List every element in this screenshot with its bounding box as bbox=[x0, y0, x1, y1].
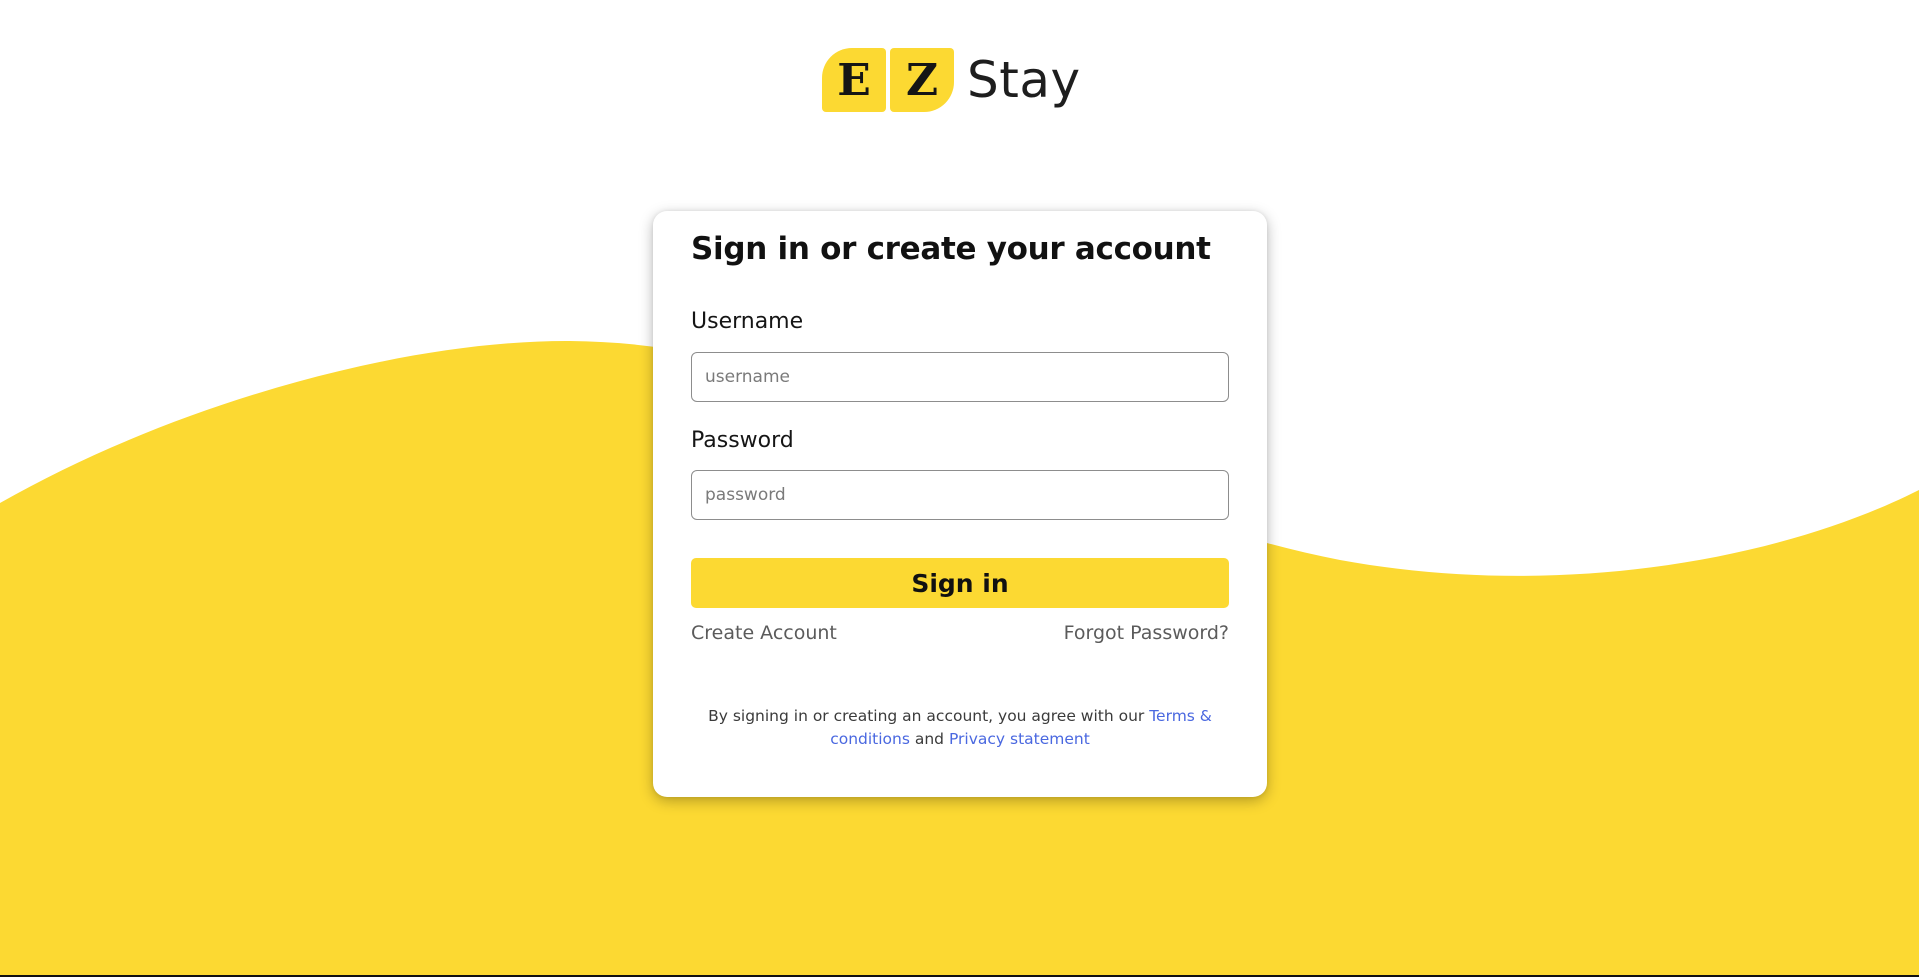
signin-card: Sign in or create your account Username … bbox=[653, 211, 1267, 797]
privacy-link[interactable]: Privacy statement bbox=[949, 730, 1090, 748]
legal-and-text: and bbox=[909, 730, 949, 748]
username-label: Username bbox=[691, 309, 804, 334]
brand-name: Stay bbox=[967, 51, 1081, 109]
sign-in-button[interactable]: Sign in bbox=[691, 558, 1229, 608]
create-account-link[interactable]: Create Account bbox=[691, 622, 837, 644]
brand-logo[interactable]: E Z Stay bbox=[822, 46, 1081, 114]
username-input[interactable] bbox=[691, 352, 1229, 402]
legal-notice: By signing in or creating an account, yo… bbox=[691, 705, 1229, 751]
logo-letter-e: E bbox=[822, 48, 886, 112]
login-page: E Z Stay Sign in or create your account … bbox=[0, 0, 1919, 977]
legal-prefix-text: By signing in or creating an account, yo… bbox=[708, 707, 1150, 725]
logo-letter-z: Z bbox=[890, 48, 954, 112]
page-title: Sign in or create your account bbox=[691, 231, 1211, 267]
password-input[interactable] bbox=[691, 470, 1229, 520]
forgot-password-link[interactable]: Forgot Password? bbox=[1064, 622, 1229, 644]
password-label: Password bbox=[691, 428, 794, 453]
